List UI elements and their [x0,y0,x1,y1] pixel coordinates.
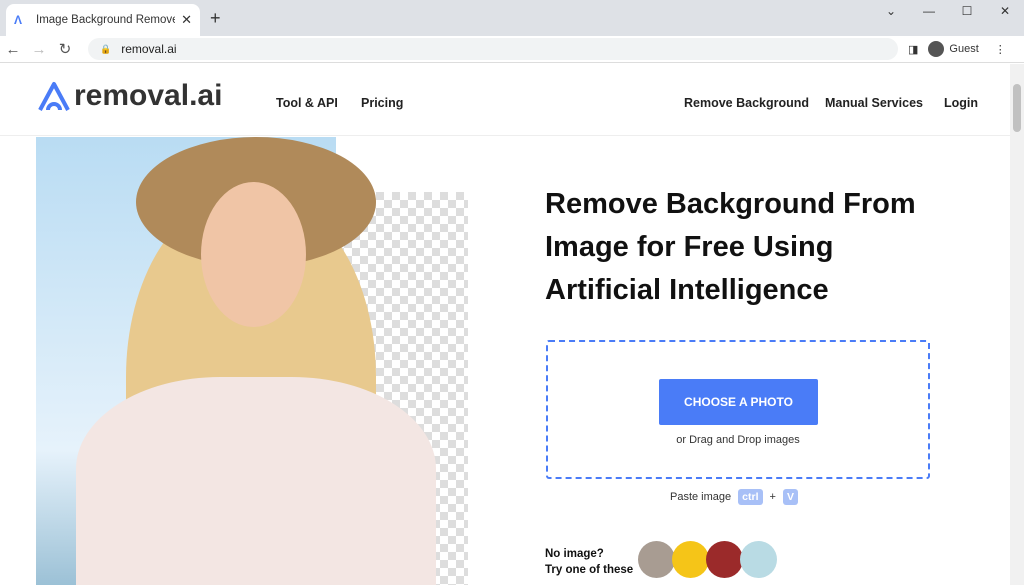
choose-photo-button[interactable]: CHOOSE A PHOTO [659,379,818,425]
reload-icon[interactable]: ↻ [52,40,78,58]
browser-toolbar: ← → ↻ 🔒 removal.ai ◨ Guest ⋮ [0,36,1024,63]
site-header: removal.ai Tool & API Pricing Remove Bac… [0,64,1010,136]
url-text: removal.ai [121,42,177,56]
drag-drop-text: or Drag and Drop images [676,434,800,446]
ctrl-key: ctrl [738,489,763,505]
browser-tab[interactable]: Λ Image Background Remover | Removal.AI … [6,4,200,36]
logo[interactable]: removal.ai [36,78,222,114]
hero-image [36,137,468,585]
forward-icon[interactable]: → [26,41,52,58]
scrollbar-thumb[interactable] [1013,84,1021,132]
logo-text: removal.ai [74,79,223,112]
new-tab-icon[interactable]: + [210,8,221,29]
lock-icon: 🔒 [100,43,112,54]
v-key: V [782,489,798,505]
nav-remove-background[interactable]: Remove Background [684,96,809,110]
sample-prompt: No image? Try one of these [545,546,633,578]
nav-manual-services[interactable]: Manual Services [825,96,923,110]
plus-sign: + [769,491,776,503]
avatar-icon [928,41,945,57]
paste-hint: Paste image ctrl + V [670,489,798,505]
minimize-icon[interactable]: — [910,0,948,22]
browser-tab-bar: Λ Image Background Remover | Removal.AI … [0,0,1024,36]
menu-icon[interactable]: ⋮ [995,43,1006,56]
logo-icon [38,82,70,111]
removal-ai-favicon: Λ [14,13,23,27]
nav-pricing[interactable]: Pricing [361,96,403,110]
maximize-icon[interactable]: ☐ [948,0,986,22]
sample-family[interactable] [638,541,675,578]
profile-button[interactable]: Guest [926,39,987,59]
sample-dog[interactable] [740,541,777,578]
profile-label: Guest [949,43,979,55]
nav-login[interactable]: Login [944,96,978,110]
sample-backpack[interactable] [706,541,743,578]
sample-images [638,541,777,578]
nav-tool-api[interactable]: Tool & API [276,96,338,110]
upload-dropzone[interactable]: CHOOSE A PHOTO or Drag and Drop images [546,340,930,479]
tab-search-icon[interactable]: ⌄ [872,0,910,22]
try-text: Try one of these [545,564,634,576]
side-panel-icon[interactable]: ◨ [908,43,918,56]
close-tab-icon[interactable]: ✕ [181,12,192,28]
tab-title: Image Background Remover | Removal.AI [36,14,175,26]
address-bar[interactable]: 🔒 removal.ai [88,38,898,60]
sample-car[interactable] [672,541,709,578]
hero-title: Remove Background From Image for Free Us… [545,188,916,306]
paste-label: Paste image [670,491,732,503]
no-image-text: No image? [545,548,604,560]
scrollbar[interactable] [1010,64,1024,585]
back-icon[interactable]: ← [0,41,26,58]
close-window-icon[interactable]: ✕ [986,0,1024,22]
